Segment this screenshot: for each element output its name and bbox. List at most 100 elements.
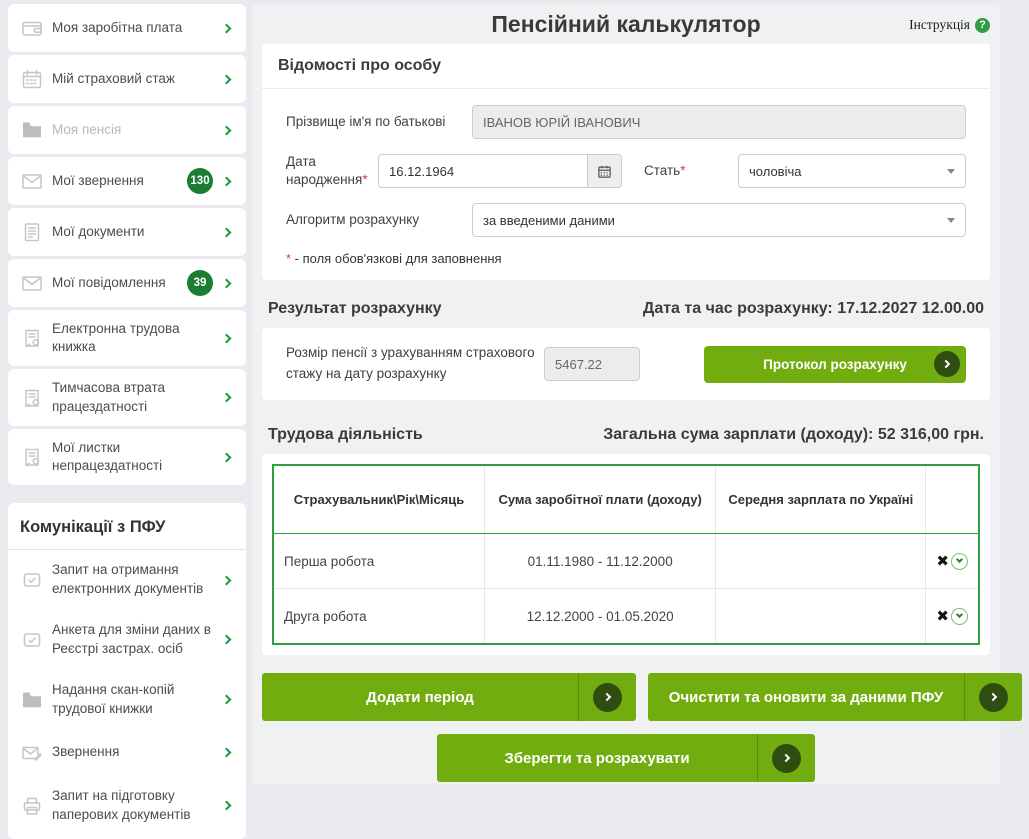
chevron-right-icon <box>222 278 232 288</box>
average-cell <box>716 589 926 645</box>
sidebar-item-appeal[interactable]: Звернення <box>8 730 246 776</box>
communications-section: Комунікації з ПФУ Запит на отримання еле… <box>8 503 246 839</box>
sidebar-item-label: Тимчасова втрата працездатності <box>52 379 223 415</box>
delete-row-icon[interactable]: ✖ <box>936 608 949 625</box>
chevron-right-icon <box>222 176 232 186</box>
add-period-label: Додати період <box>262 689 578 706</box>
birthdate-group <box>378 154 622 188</box>
sidebar-item-my-pension[interactable]: Моя пенсія <box>8 106 246 154</box>
work-section-head: Трудова діяльність Загальна сума зарплат… <box>252 414 1000 454</box>
sidebar-item-workbook-scans[interactable]: Надання скан-копій трудової книжки <box>8 670 246 730</box>
algorithm-label: Алгоритм розрахунку <box>286 211 472 229</box>
table-row: Перша робота 01.11.1980 - 11.12.2000 ✖ <box>273 534 979 589</box>
birthdate-input[interactable] <box>378 154 588 188</box>
gender-select[interactable]: чоловіча <box>738 154 966 188</box>
save-calculate-label: Зберегти та розрахувати <box>437 750 757 767</box>
communications-title: Комунікації з ПФУ <box>8 503 246 549</box>
work-card: Страхувальник\Рік\Місяць Сума заробітної… <box>262 454 990 655</box>
e-document-icon <box>20 628 52 652</box>
sidebar-item-my-requests[interactable]: Мої звернення 130 <box>8 157 246 205</box>
table-row: Друга робота 12.12.2000 - 01.05.2020 ✖ <box>273 589 979 645</box>
document-icon <box>20 220 52 244</box>
required-asterisk: * <box>680 163 685 178</box>
sidebar-item-temp-disability[interactable]: Тимчасова втрата працездатності <box>8 369 246 425</box>
result-section-head: Результат розрахунку Дата та час розраху… <box>252 288 1000 328</box>
sidebar-item-label: Мої повідомлення <box>52 274 187 292</box>
row-actions: ✖ <box>926 534 979 589</box>
sidebar-item-label: Електронна трудова книжка <box>52 320 223 356</box>
clear-update-label: Очистити та оновити за даними ПФУ <box>648 689 964 706</box>
work-book-icon <box>20 445 52 469</box>
printer-icon <box>20 794 52 818</box>
envelope-icon <box>20 271 52 295</box>
work-book-icon <box>20 326 52 350</box>
person-card: Відомості про особу Прізвище ім'я по бат… <box>262 44 990 280</box>
col-header-salary: Сума заробітної плати (доходу) <box>485 465 716 534</box>
calculation-datetime: Дата та час розрахунку: 17.12.2027 12.00… <box>643 300 984 318</box>
chevron-right-icon <box>222 393 232 403</box>
add-period-button[interactable]: Додати період <box>262 673 636 721</box>
algorithm-select[interactable]: за введеними даними <box>472 203 966 237</box>
sidebar-item-my-documents[interactable]: Мої документи <box>8 208 246 256</box>
col-header-average: Середня зарплата по Україні <box>716 465 926 534</box>
pension-amount-label: Розмір пенсії з урахуванням страхового с… <box>286 343 544 385</box>
chevron-right-circle-icon <box>934 351 960 377</box>
sidebar-item-my-messages[interactable]: Мої повідомлення 39 <box>8 259 246 307</box>
protocol-button[interactable]: Протокол розрахунку <box>704 346 966 383</box>
person-form: Прізвище ім'я по батькові Дата народженн… <box>262 89 990 280</box>
main-panel: Пенсійний калькулятор Інструкція ? Відом… <box>252 4 1000 784</box>
work-book-icon <box>20 386 52 410</box>
sidebar-item-label: Мої документи <box>52 223 223 241</box>
expand-row-icon[interactable] <box>951 608 968 625</box>
gender-selected-value: чоловіча <box>749 164 801 179</box>
chevron-right-icon <box>222 23 232 33</box>
chevron-right-icon <box>222 695 232 705</box>
algorithm-selected-value: за введеними даними <box>483 213 615 228</box>
instruction-link[interactable]: Інструкція ? <box>909 17 990 33</box>
caret-down-icon <box>947 218 955 223</box>
period-cell: 12.12.2000 - 01.05.2020 <box>485 589 716 645</box>
sidebar-item-paper-documents[interactable]: Запит на підготовку паперових документів <box>8 776 246 836</box>
calendar-icon <box>597 164 612 179</box>
employer-cell: Перша робота <box>273 534 485 589</box>
save-calculate-button[interactable]: Зберегти та розрахувати <box>437 734 815 782</box>
delete-row-icon[interactable]: ✖ <box>936 553 949 570</box>
person-section-title: Відомості про особу <box>262 44 990 89</box>
work-section-title: Трудова діяльність <box>268 426 423 444</box>
messages-count-badge: 39 <box>187 270 213 296</box>
sidebar-item-label: Запит на отримання електронних документі… <box>52 561 223 599</box>
folder-icon <box>20 118 52 142</box>
sidebar-item-request-e-documents[interactable]: Запит на отримання електронних документі… <box>8 550 246 610</box>
sidebar-item-sick-leaves[interactable]: Мої листки непрацездатності <box>8 429 246 485</box>
sidebar-item-salary[interactable]: Моя заробітна плата <box>8 4 246 52</box>
chevron-right-icon <box>222 227 232 237</box>
calendar-picker-button[interactable] <box>588 154 622 188</box>
protocol-button-label: Протокол розрахунку <box>763 357 907 372</box>
chevron-right-icon <box>222 333 232 343</box>
algorithm-row: Алгоритм розрахунку за введеними даними <box>286 203 966 237</box>
col-header-actions <box>926 465 979 534</box>
title-bar: Пенсійний калькулятор Інструкція ? <box>252 4 1000 44</box>
chevron-right-icon <box>222 74 232 84</box>
sidebar-item-registry-form[interactable]: Анкета для зміни даних в Реєстрі застрах… <box>8 610 246 670</box>
period-cell: 01.11.1980 - 11.12.2000 <box>485 534 716 589</box>
sidebar-item-label: Запит на підготовку паперових документів <box>52 787 223 825</box>
col-header-employer: Страхувальник\Рік\Місяць <box>273 465 485 534</box>
chevron-right-icon <box>222 748 232 758</box>
total-salary-text: Загальна сума зарплати (доходу): 52 316,… <box>603 426 984 444</box>
sidebar-item-insurance-record[interactable]: Мій страховий стаж <box>8 55 246 103</box>
expand-row-icon[interactable] <box>951 553 968 570</box>
pension-amount-input <box>544 347 640 381</box>
sidebar-item-e-workbook[interactable]: Електронна трудова книжка <box>8 310 246 366</box>
caret-down-icon <box>947 169 955 174</box>
clear-update-button[interactable]: Очистити та оновити за даними ПФУ <box>648 673 1022 721</box>
table-header-row: Страхувальник\Рік\Місяць Сума заробітної… <box>273 465 979 534</box>
button-arrow-zone <box>578 673 636 721</box>
result-section-title: Результат розрахунку <box>268 300 442 318</box>
row-actions: ✖ <box>926 589 979 645</box>
sidebar-item-label: Звернення <box>52 743 223 762</box>
button-arrow-zone <box>757 734 815 782</box>
chevron-right-circle-icon <box>593 683 622 712</box>
question-icon: ? <box>975 18 990 33</box>
page-title: Пенсійний калькулятор <box>491 11 760 38</box>
